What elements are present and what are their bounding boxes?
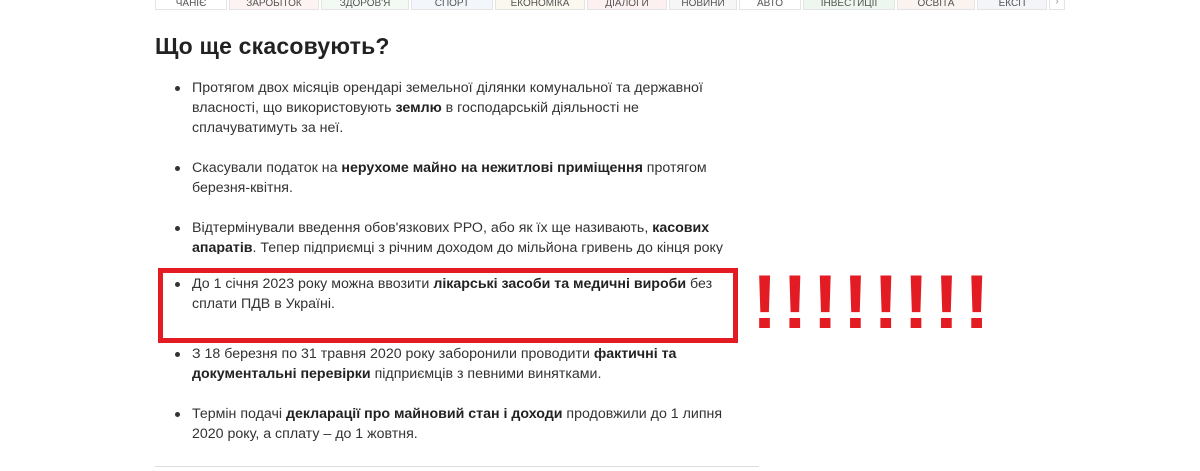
text-run: З 18 березня по 31 травня 2020 року забо… [192, 346, 594, 362]
bullet-icon [175, 86, 180, 91]
bullet-icon [175, 352, 180, 357]
category-tab[interactable]: ЧАНІЄ [155, 0, 227, 10]
list-item: Відтермінували введення обов'язкових РРО… [155, 218, 735, 254]
category-tab[interactable]: СПОРТ [411, 0, 493, 10]
list-item: Протягом двох місяців орендарі земельної… [155, 78, 735, 138]
category-tab[interactable]: ЗАРОБІТОК [229, 0, 319, 10]
exclamation-marks: !!!!!!!! [752, 260, 995, 345]
list-item: Скасували податок на нерухоме майно на н… [155, 158, 735, 198]
bullet-icon [175, 412, 180, 417]
article-page: ЧАНІЄ ЗАРОБІТОК ЗДОРОВ'Я СПОРТ ЕКОНОМІКА… [0, 0, 1200, 471]
category-tab[interactable]: ЗДОРОВ'Я [321, 0, 409, 10]
chevron-right-icon[interactable]: › [1049, 0, 1065, 10]
category-tab[interactable]: ЕКОНОМІКА [495, 0, 585, 10]
text-run: Скасували податок на [192, 160, 342, 176]
bold-phrase: нерухоме майно на нежитлові приміщення [341, 160, 643, 176]
bullet-icon [175, 226, 180, 231]
item-text: Відтермінували введення обов'язкових РРО… [192, 220, 723, 254]
category-tab[interactable]: ЕКСП [977, 0, 1047, 10]
text-run: підприємців з певними винятками. [370, 366, 602, 382]
category-tab[interactable]: ОСВІТА [897, 0, 975, 10]
item-text: Скасували податок на нерухоме майно на н… [192, 160, 707, 196]
bold-phrase: землю [395, 100, 442, 116]
category-tab[interactable]: НОВИНИ [669, 0, 737, 10]
text-run: Термін подачі [192, 406, 286, 422]
item-text: Термін подачі декларації про майновий ст… [192, 406, 722, 442]
text-run: Відтермінували введення обов'язкових РРО… [192, 220, 653, 236]
category-tab[interactable]: АВТО [739, 0, 801, 10]
list-item: Термін подачі декларації про майновий ст… [155, 404, 735, 444]
article-list: Протягом двох місяців орендарі земельної… [155, 78, 735, 444]
highlight-annotation-box [158, 268, 738, 343]
item-text: З 18 березня по 31 травня 2020 року забо… [192, 346, 676, 382]
category-bar: ЧАНІЄ ЗАРОБІТОК ЗДОРОВ'Я СПОРТ ЕКОНОМІКА… [155, 0, 1065, 10]
bold-phrase: декларації про майновий стан і доходи [285, 406, 563, 422]
bullet-icon [175, 166, 180, 171]
section-heading: Що ще скасовують? [155, 33, 390, 59]
category-tab[interactable]: ДІАЛОГИ [587, 0, 667, 10]
category-tab[interactable]: ІНВЕСТИЦІЇ [803, 0, 895, 10]
list-item: З 18 березня по 31 травня 2020 року забо… [155, 344, 735, 384]
item-text: Протягом двох місяців орендарі земельної… [192, 80, 703, 136]
text-run: . Тепер підприємці з річним доходом до м… [252, 240, 724, 254]
divider [155, 466, 759, 467]
